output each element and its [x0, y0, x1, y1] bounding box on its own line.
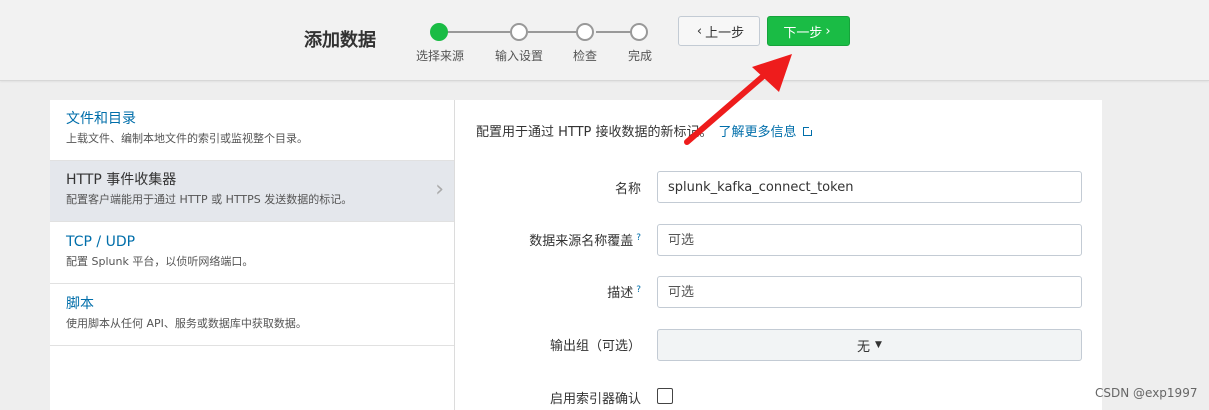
- watermark: CSDN @exp1997: [1095, 386, 1198, 400]
- annotation-arrow-icon: [684, 54, 792, 145]
